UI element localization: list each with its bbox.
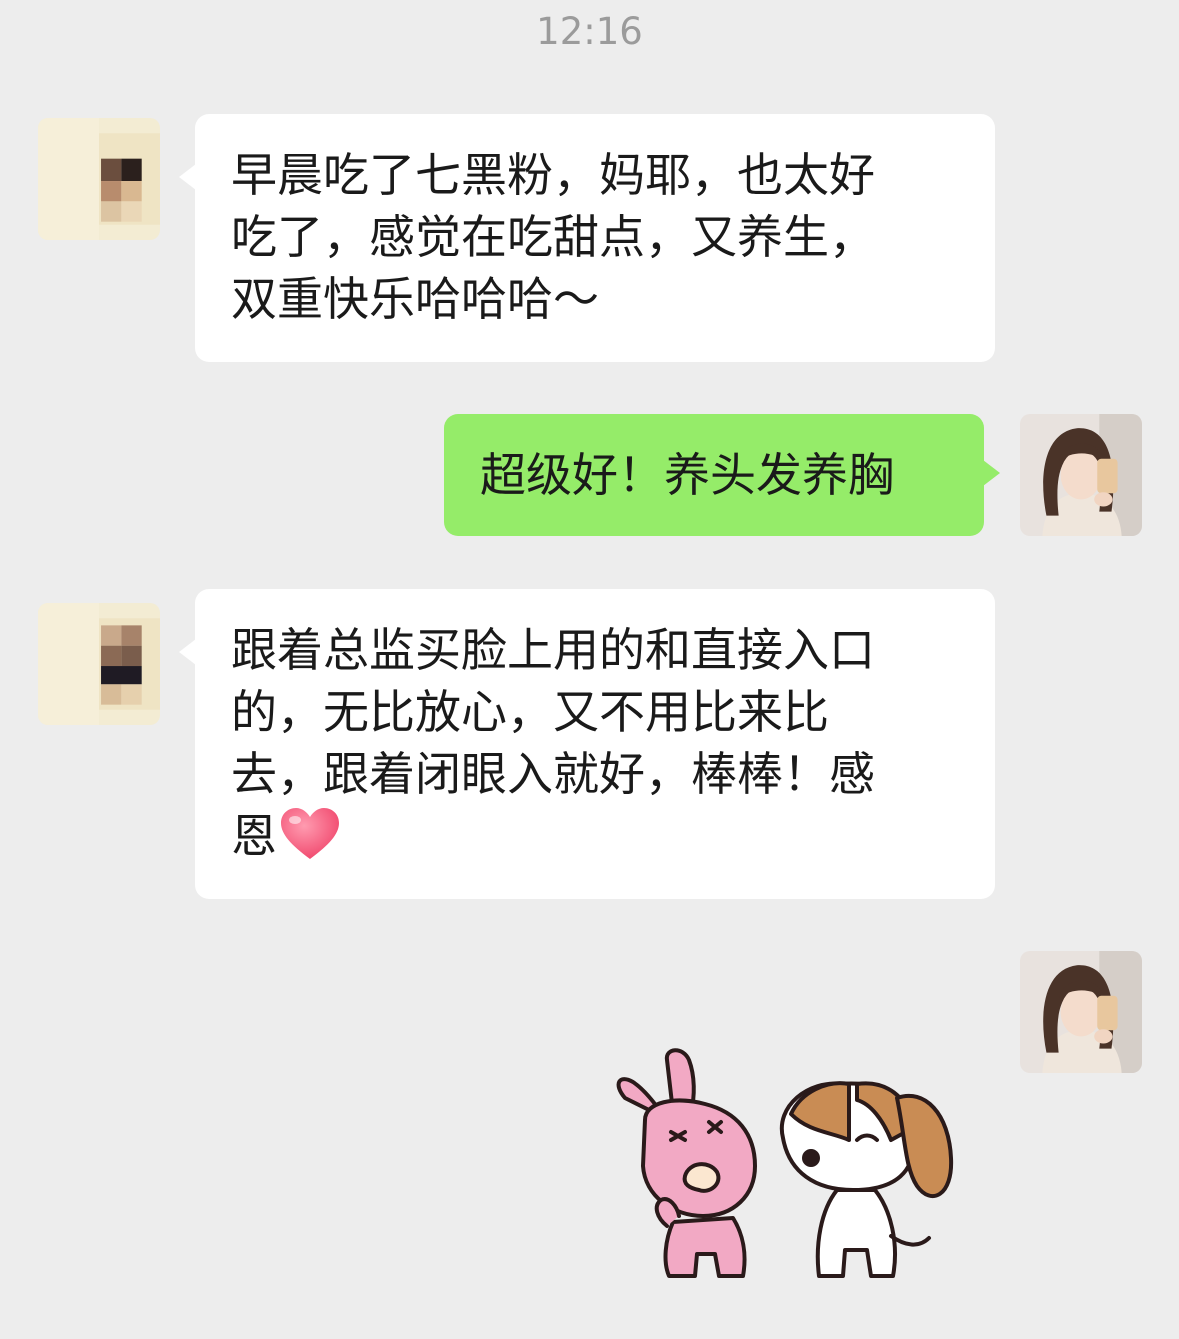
heart-icon: [281, 808, 339, 859]
message-text: 双重快乐哈哈哈～: [231, 272, 599, 326]
contact-avatar[interactable]: [38, 603, 160, 725]
puppy-tail: [889, 1234, 931, 1247]
message-text: 恩: [231, 809, 277, 863]
incoming-message-bubble[interactable]: 跟着总监买脸上用的和直接入口 的，无比放心，又不用比来比 去，跟着闭眼入就好，棒…: [179, 589, 995, 899]
message-text: 跟着总监买脸上用的和直接入口: [231, 623, 875, 677]
rabbit-and-puppy-sticker[interactable]: [605, 1040, 965, 1290]
rabbit-mouth: [682, 1162, 721, 1193]
message-text: 吃了，感觉在吃甜点，又养生，: [231, 210, 875, 264]
chat-timestamp: 12:16: [536, 10, 643, 53]
message-text: 超级好！养头发养胸: [480, 448, 894, 502]
puppy-nose: [802, 1149, 820, 1167]
message-text: 早晨吃了七黑粉，妈耶，也太好: [231, 148, 875, 202]
message-text: 的，无比放心，又不用比来比: [231, 685, 829, 739]
puppy-body: [815, 1188, 897, 1278]
message-text: 去，跟着闭眼入就好，棒棒！感: [231, 747, 875, 801]
incoming-message-bubble[interactable]: 早晨吃了七黑粉，妈耶，也太好 吃了，感觉在吃甜点，又养生， 双重快乐哈哈哈～: [179, 114, 995, 362]
contact-avatar[interactable]: [38, 118, 160, 240]
outgoing-message-bubble[interactable]: 超级好！养头发养胸: [444, 414, 1000, 536]
rabbit-body: [663, 1216, 747, 1278]
user-avatar[interactable]: [1020, 951, 1142, 1073]
user-avatar[interactable]: [1020, 414, 1142, 536]
puppy-ear: [895, 1094, 954, 1198]
